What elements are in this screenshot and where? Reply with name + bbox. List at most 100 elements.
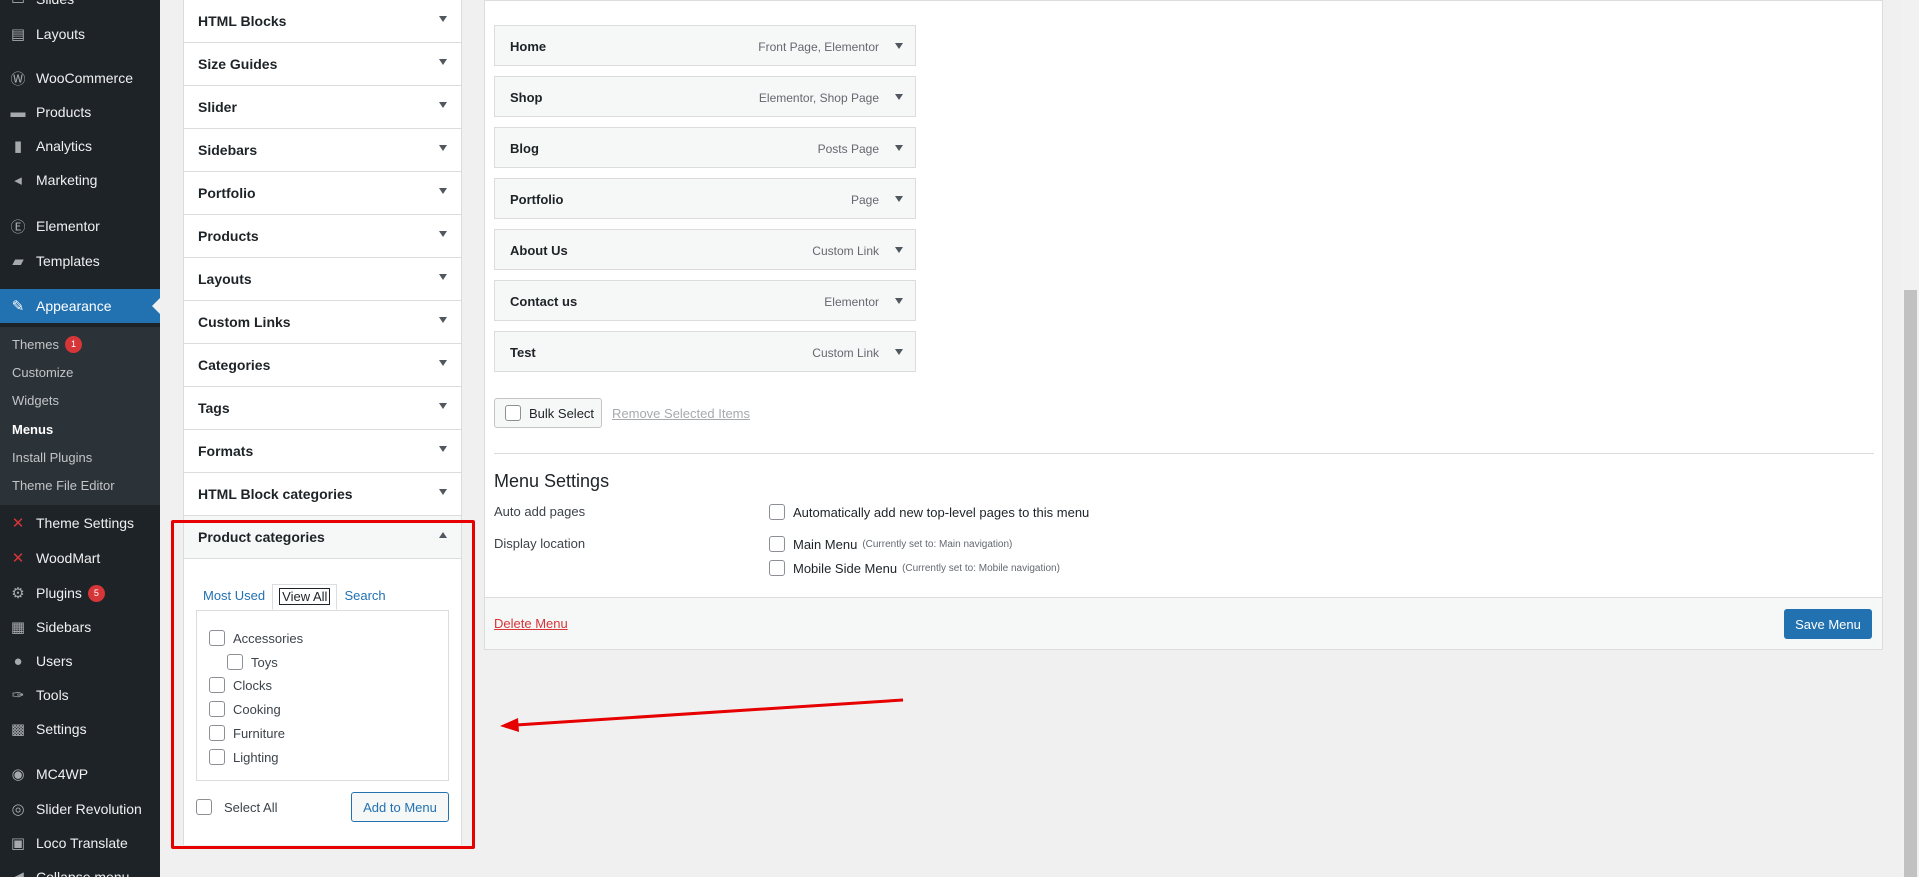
display-location-label: Display location xyxy=(494,536,586,551)
submenu-item-label: Theme File Editor xyxy=(12,477,115,493)
themes-update-badge: 1 xyxy=(64,335,82,353)
accordion-section-html-block-categories[interactable]: HTML Block categories xyxy=(184,473,461,516)
accordion-section-title: Categories xyxy=(198,357,271,373)
menu-item-type: Elementor xyxy=(824,295,879,309)
sidebar-item-templates[interactable]: ▰ Templates xyxy=(0,244,160,278)
delete-menu-link[interactable]: Delete Menu xyxy=(494,616,568,631)
sidebar-item-label: Templates xyxy=(36,253,100,269)
menu-item-home[interactable]: Home Front Page, Elementor xyxy=(494,25,916,66)
remove-selected-items-link[interactable]: Remove Selected Items xyxy=(612,406,750,421)
chevron-down-icon xyxy=(439,317,447,323)
submenu-item-widgets[interactable]: Widgets xyxy=(12,390,59,410)
accordion-section-categories[interactable]: Categories xyxy=(184,344,461,387)
auto-add-pages-option[interactable]: Automatically add new top-level pages to… xyxy=(769,504,1089,520)
menu-item-shop[interactable]: Shop Elementor, Shop Page xyxy=(494,76,916,117)
sidebar-item-theme-settings[interactable]: ✕ Theme Settings xyxy=(0,506,160,540)
sidebar-item-label: Marketing xyxy=(36,172,98,188)
chevron-down-icon[interactable] xyxy=(895,196,903,202)
chevron-down-icon[interactable] xyxy=(895,145,903,151)
save-menu-button[interactable]: Save Menu xyxy=(1784,609,1872,639)
bulk-select-toggle[interactable]: Bulk Select xyxy=(494,398,602,428)
main-menu-note: (Currently set to: Main navigation) xyxy=(862,538,1013,550)
chevron-down-icon[interactable] xyxy=(895,247,903,253)
submenu-item-menus[interactable]: Menus xyxy=(12,419,53,439)
sidebar-item-collapse-menu[interactable]: ◀ Collapse menu xyxy=(0,860,160,877)
main-menu-checkbox[interactable] xyxy=(769,536,785,552)
accordion-section-title: Size Guides xyxy=(198,56,278,72)
bulk-select-label: Bulk Select xyxy=(529,405,595,421)
accordion-section-portfolio[interactable]: Portfolio xyxy=(184,172,461,215)
auto-add-pages-text: Automatically add new top-level pages to… xyxy=(793,504,1090,520)
sidebar-item-label: Elementor xyxy=(36,218,100,234)
sidebar-item-sidebars[interactable]: ▦ Sidebars xyxy=(0,610,160,644)
sidebar-item-users[interactable]: ● Users xyxy=(0,644,160,678)
menu-item-title: Contact us xyxy=(510,294,578,309)
mobile-side-menu-checkbox[interactable] xyxy=(769,560,785,576)
accordion-section-layouts[interactable]: Layouts xyxy=(184,258,461,301)
scrollbar-thumb[interactable] xyxy=(1904,290,1917,877)
menu-item-about-us[interactable]: About Us Custom Link xyxy=(494,229,916,270)
chevron-down-icon[interactable] xyxy=(895,94,903,100)
sidebar-item-woodmart[interactable]: ✕ WoodMart xyxy=(0,541,160,575)
location-mobile-side-menu[interactable]: Mobile Side Menu (Currently set to: Mobi… xyxy=(769,560,1060,576)
sidebars-icon: ▦ xyxy=(10,619,26,636)
sidebar-item-products[interactable]: ▬ Products xyxy=(0,95,160,129)
slides-icon: ▭ xyxy=(8,0,28,9)
accordion-section-size-guides[interactable]: Size Guides xyxy=(184,43,461,86)
sidebar-item-plugins[interactable]: ⚙ Plugins 5 xyxy=(0,576,160,610)
sidebar-item-label: WoodMart xyxy=(36,550,101,566)
sidebar-item-slider-revolution[interactable]: ◎ Slider Revolution xyxy=(0,792,160,826)
location-main-menu[interactable]: Main Menu (Currently set to: Main naviga… xyxy=(769,536,1012,552)
submenu-item-customize[interactable]: Customize xyxy=(12,362,73,382)
sidebar-item-layouts[interactable]: ▤ Layouts xyxy=(0,17,160,51)
accordion-section-title: Tags xyxy=(198,400,230,416)
menu-item-title: Home xyxy=(510,39,547,54)
bulk-select-checkbox[interactable] xyxy=(505,405,521,421)
sidebar-item-appearance[interactable]: ✎ Appearance xyxy=(0,289,160,323)
submenu-item-themes[interactable]: Themes 1 xyxy=(12,334,82,354)
sidebar-item-loco-translate[interactable]: ▣ Loco Translate xyxy=(0,826,160,860)
sidebar-item-slides[interactable]: ▭ Slides xyxy=(0,0,160,16)
auto-add-pages-checkbox[interactable] xyxy=(769,504,785,520)
chevron-down-icon xyxy=(439,446,447,452)
analytics-icon: ▮ xyxy=(13,138,23,155)
chevron-down-icon[interactable] xyxy=(895,349,903,355)
accordion-section-formats[interactable]: Formats xyxy=(184,430,461,473)
submenu-item-install-plugins[interactable]: Install Plugins xyxy=(12,447,92,467)
accordion-section-sidebars[interactable]: Sidebars xyxy=(184,129,461,172)
sidebar-item-woocommerce[interactable]: Ⓦ WooCommerce xyxy=(0,61,160,95)
chevron-down-icon[interactable] xyxy=(895,298,903,304)
accordion-section-title: Sidebars xyxy=(198,142,258,158)
chevron-down-icon[interactable] xyxy=(895,43,903,49)
menu-item-contact-us[interactable]: Contact us Elementor xyxy=(494,280,916,321)
accordion-section-html-blocks[interactable]: HTML Blocks xyxy=(184,0,461,43)
accordion-section-custom-links[interactable]: Custom Links xyxy=(184,301,461,344)
sidebar-item-label: Products xyxy=(36,104,92,120)
menu-item-title: Test xyxy=(510,345,536,360)
sidebar-item-analytics[interactable]: ▮ Analytics xyxy=(0,129,160,163)
sidebar-item-label: Settings xyxy=(36,721,87,737)
sidebar-item-tools[interactable]: ✑ Tools xyxy=(0,678,160,712)
accordion-section-title: HTML Blocks xyxy=(198,13,287,29)
chevron-down-icon xyxy=(439,102,447,108)
accordion-section-products[interactable]: Products xyxy=(184,215,461,258)
sidebar-item-elementor[interactable]: Ⓔ Elementor xyxy=(0,209,160,243)
accordion-section-title: Layouts xyxy=(198,271,252,287)
accordion-section-slider[interactable]: Slider xyxy=(184,86,461,129)
page-scrollbar[interactable] xyxy=(1902,0,1919,877)
menu-item-test[interactable]: Test Custom Link xyxy=(494,331,916,372)
sidebar-item-marketing[interactable]: ◂ Marketing xyxy=(0,163,160,197)
sidebar-item-label: Slides xyxy=(36,0,74,7)
sidebar-item-label: Tools xyxy=(36,687,69,703)
menu-item-type: Custom Link xyxy=(812,346,879,360)
submenu-item-theme-file-editor[interactable]: Theme File Editor xyxy=(12,475,115,495)
sidebar-item-settings[interactable]: ▩ Settings xyxy=(0,712,160,746)
menu-item-portfolio[interactable]: Portfolio Page xyxy=(494,178,916,219)
accordion-section-tags[interactable]: Tags xyxy=(184,387,461,430)
sidebar-item-label: Layouts xyxy=(36,26,86,42)
menu-item-blog[interactable]: Blog Posts Page xyxy=(494,127,916,168)
sidebar-item-label: Collapse menu xyxy=(36,869,130,877)
sidebar-item-mc4wp[interactable]: ◉ MC4WP xyxy=(0,757,160,791)
chevron-down-icon xyxy=(439,59,447,65)
woodmart-icon: ✕ xyxy=(11,550,25,567)
